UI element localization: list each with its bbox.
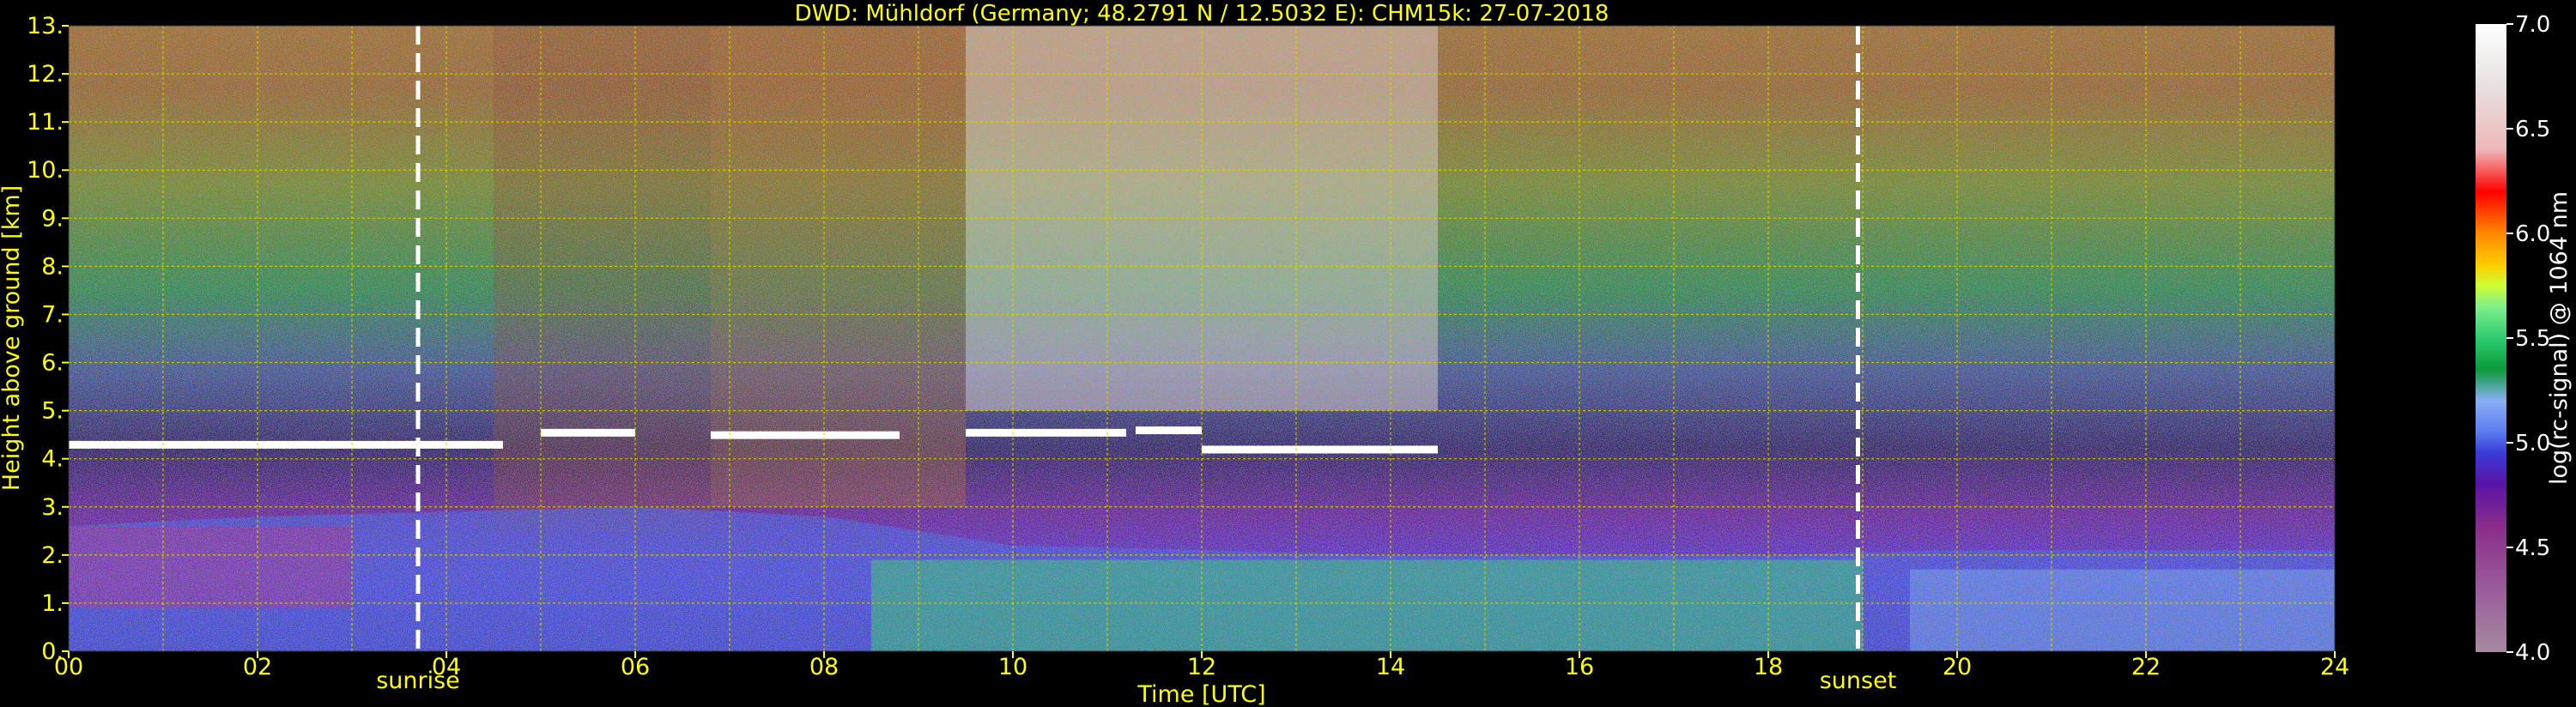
x-tick-label: 24: [2320, 654, 2349, 680]
y-tick-label: 10.: [27, 157, 64, 184]
x-tick-label: 20: [1943, 654, 1972, 680]
x-tick-label: 00: [54, 654, 83, 680]
y-tick-label: 5.: [41, 398, 64, 425]
y-tick-label: 7.: [41, 301, 64, 328]
y-axis: 0.1.2.3.4.5.6.7.8.9.10.11.12.13.: [27, 13, 69, 665]
sunset-label: sunset: [1820, 668, 1897, 694]
cloud-layer: [1136, 426, 1202, 435]
y-tick-label: 2.: [41, 542, 64, 569]
plot-area: [69, 26, 2335, 651]
y-axis-label: Height above ground [km]: [0, 185, 25, 491]
cloud-layer: [1202, 445, 1438, 454]
colorbar-tick-label: 7.0: [2515, 12, 2550, 38]
chart-title: DWD: Mühldorf (Germany; 48.2791 N / 12.5…: [795, 1, 1609, 27]
x-tick-label: 14: [1376, 654, 1405, 680]
y-tick-label: 9.: [41, 205, 64, 232]
y-tick-label: 11.: [27, 109, 64, 136]
y-tick-label: 8.: [41, 253, 64, 280]
colorbar-tick-label: 4.0: [2515, 640, 2550, 666]
y-tick-label: 1.: [41, 590, 64, 617]
y-tick-label: 13.: [27, 13, 64, 39]
x-tick-label: 22: [2131, 654, 2161, 680]
y-tick-label: 3.: [41, 494, 64, 521]
y-tick-label: 6.: [41, 350, 64, 377]
x-tick-label: 02: [243, 654, 272, 680]
y-tick-label: 12.: [27, 61, 64, 88]
cloud-layer: [69, 440, 503, 449]
colorbar-label: log(rc-signal) @ 1064 nm: [2546, 191, 2573, 485]
colorbar-ticks: 4.04.55.05.56.06.57.0: [2506, 12, 2550, 666]
x-axis-label: Time [UTC]: [1136, 681, 1265, 707]
cloud-layer: [541, 428, 635, 437]
event-labels: sunrise sunset: [376, 668, 1896, 694]
colorbar: 4.04.55.05.56.06.57.0 log(rc-signal) @ 1…: [2476, 12, 2573, 666]
x-tick-label: 16: [1565, 654, 1594, 680]
cloud-layer: [711, 431, 900, 439]
y-tick-label: 4.: [41, 446, 64, 473]
cloud-layer: [966, 428, 1126, 437]
colorbar-tick-label: 4.5: [2515, 535, 2550, 561]
colorbar-gradient: [2476, 24, 2506, 652]
x-tick-label: 12: [1187, 654, 1216, 680]
ceilometer-chart: DWD: Mühldorf (Germany; 48.2791 N / 12.5…: [0, 1, 2573, 707]
x-tick-label: 08: [809, 654, 839, 680]
x-tick-label: 06: [621, 654, 650, 680]
colorbar-tick-label: 6.5: [2515, 117, 2550, 142]
sunrise-label: sunrise: [376, 668, 460, 694]
x-tick-label: 18: [1754, 654, 1783, 680]
x-tick-label: 10: [998, 654, 1027, 680]
